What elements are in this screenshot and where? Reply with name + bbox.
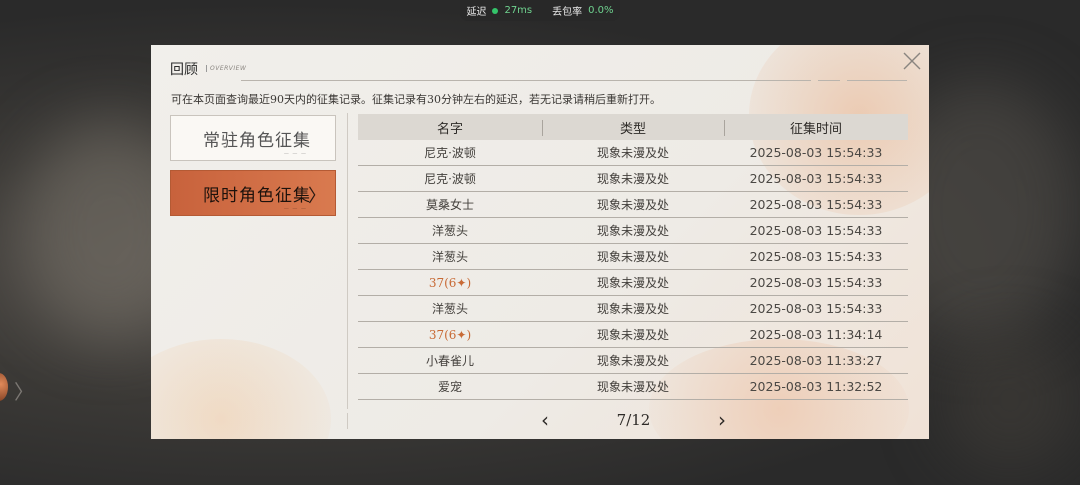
background-blur — [940, 330, 1080, 470]
column-header-type: 类型 — [542, 118, 724, 137]
table-row: 尼克·波顿 现象未漫及处 2025-08-03 15:54:33 — [358, 166, 908, 192]
next-page-icon[interactable]: › — [713, 408, 731, 432]
cell-time: 2025-08-03 11:33:27 — [749, 353, 883, 368]
tab-standard-banner[interactable]: 常驻角色征集 — — — — [170, 115, 336, 161]
close-icon[interactable] — [901, 50, 923, 72]
latency-value: 27ms — [504, 5, 533, 16]
cell-name: 37(6✦) — [428, 275, 472, 290]
cell-type: 现象未漫及处 — [596, 302, 669, 316]
cell-name: 尼克·波顿 — [424, 146, 476, 160]
column-header-name: 名字 — [436, 121, 463, 137]
tab-limited-banner[interactable]: 限时角色征集 — — — 〉 — [170, 170, 336, 216]
cell-type: 现象未漫及处 — [596, 354, 669, 368]
table-row: 洋葱头 现象未漫及处 2025-08-03 15:54:33 — [358, 296, 908, 322]
tab-label: 限时角色征集 — [203, 185, 311, 206]
pagination: ‹ 7/12 › — [536, 408, 731, 432]
cell-name: 洋葱头 — [431, 302, 468, 316]
divider — [347, 113, 348, 409]
cell-time: 2025-08-03 11:32:52 — [749, 379, 883, 394]
page-indicator: 7/12 — [616, 411, 651, 429]
prev-page-icon[interactable]: ‹ — [536, 408, 554, 432]
table-row: 37(6✦) 现象未漫及处 2025-08-03 11:34:14 — [358, 322, 908, 348]
cell-type: 现象未漫及处 — [596, 198, 669, 212]
info-note: 可在本页面查询最近90天内的征集记录。征集记录有30分钟左右的延迟，若无记录请稍… — [171, 93, 661, 106]
chevron-right-icon: 〉 — [308, 186, 327, 207]
tab-label: 常驻角色征集 — [203, 130, 311, 151]
cell-type: 现象未漫及处 — [596, 146, 669, 160]
cell-time: 2025-08-03 11:34:14 — [749, 327, 883, 342]
page-title: 回顾 — [170, 62, 198, 78]
cell-type: 现象未漫及处 — [596, 328, 669, 342]
divider — [347, 413, 348, 429]
cell-time: 2025-08-03 15:54:33 — [749, 223, 883, 238]
table-row: 洋葱头 现象未漫及处 2025-08-03 15:54:33 — [358, 218, 908, 244]
cell-time: 2025-08-03 15:54:33 — [749, 145, 883, 160]
avatar[interactable] — [0, 373, 8, 401]
packet-loss-value: 0.0% — [588, 5, 614, 16]
page-subtitle: OVERVIEW — [206, 65, 246, 72]
cell-name: 洋葱头 — [431, 250, 468, 264]
cell-name: 洋葱头 — [431, 224, 468, 238]
table-row: 37(6✦) 现象未漫及处 2025-08-03 15:54:33 — [358, 270, 908, 296]
records-table: 名字 类型 征集时间 尼克·波顿 现象未漫及处 2025-08-03 15:54:3… — [358, 114, 908, 400]
divider — [241, 80, 811, 81]
latency-label: 延迟 — [466, 7, 487, 18]
cell-type: 现象未漫及处 — [596, 276, 669, 290]
cell-name: 莫桑女士 — [425, 198, 474, 212]
table-row: 莫桑女士 现象未漫及处 2025-08-03 15:54:33 — [358, 192, 908, 218]
cell-time: 2025-08-03 15:54:33 — [749, 249, 883, 264]
network-status-bar: 延迟 27ms 丢包率 0.0% — [460, 0, 620, 21]
table-header: 名字 类型 征集时间 — [358, 114, 908, 140]
table-row: 洋葱头 现象未漫及处 2025-08-03 15:54:33 — [358, 244, 908, 270]
table-row: 尼克·波顿 现象未漫及处 2025-08-03 15:54:33 — [358, 140, 908, 166]
cell-name: 尼克·波顿 — [424, 172, 476, 186]
cell-name: 37(6✦) — [428, 327, 472, 342]
chevron-right-icon[interactable]: 〉 — [14, 376, 34, 405]
divider — [847, 80, 907, 81]
cell-time: 2025-08-03 15:54:33 — [749, 197, 883, 212]
cell-type: 现象未漫及处 — [596, 250, 669, 264]
cell-type: 现象未漫及处 — [596, 172, 669, 186]
cell-time: 2025-08-03 15:54:33 — [749, 301, 883, 316]
column-header-time: 征集时间 — [724, 118, 908, 137]
divider — [818, 80, 840, 81]
status-dot-icon — [492, 7, 499, 14]
packet-loss-label: 丢包率 — [552, 7, 583, 18]
cell-time: 2025-08-03 15:54:33 — [749, 171, 883, 186]
cell-name: 小春雀儿 — [425, 354, 474, 368]
table-row: 小春雀儿 现象未漫及处 2025-08-03 11:33:27 — [358, 348, 908, 374]
table-row: 爱宠 现象未漫及处 2025-08-03 11:32:52 — [358, 374, 908, 400]
cell-type: 现象未漫及处 — [596, 380, 669, 394]
cell-type: 现象未漫及处 — [596, 224, 669, 238]
cell-time: 2025-08-03 15:54:33 — [749, 275, 883, 290]
cell-name: 爱宠 — [437, 380, 462, 394]
history-panel: 回顾 OVERVIEW 可在本页面查询最近90天内的征集记录。征集记录有30分钟… — [151, 45, 929, 439]
